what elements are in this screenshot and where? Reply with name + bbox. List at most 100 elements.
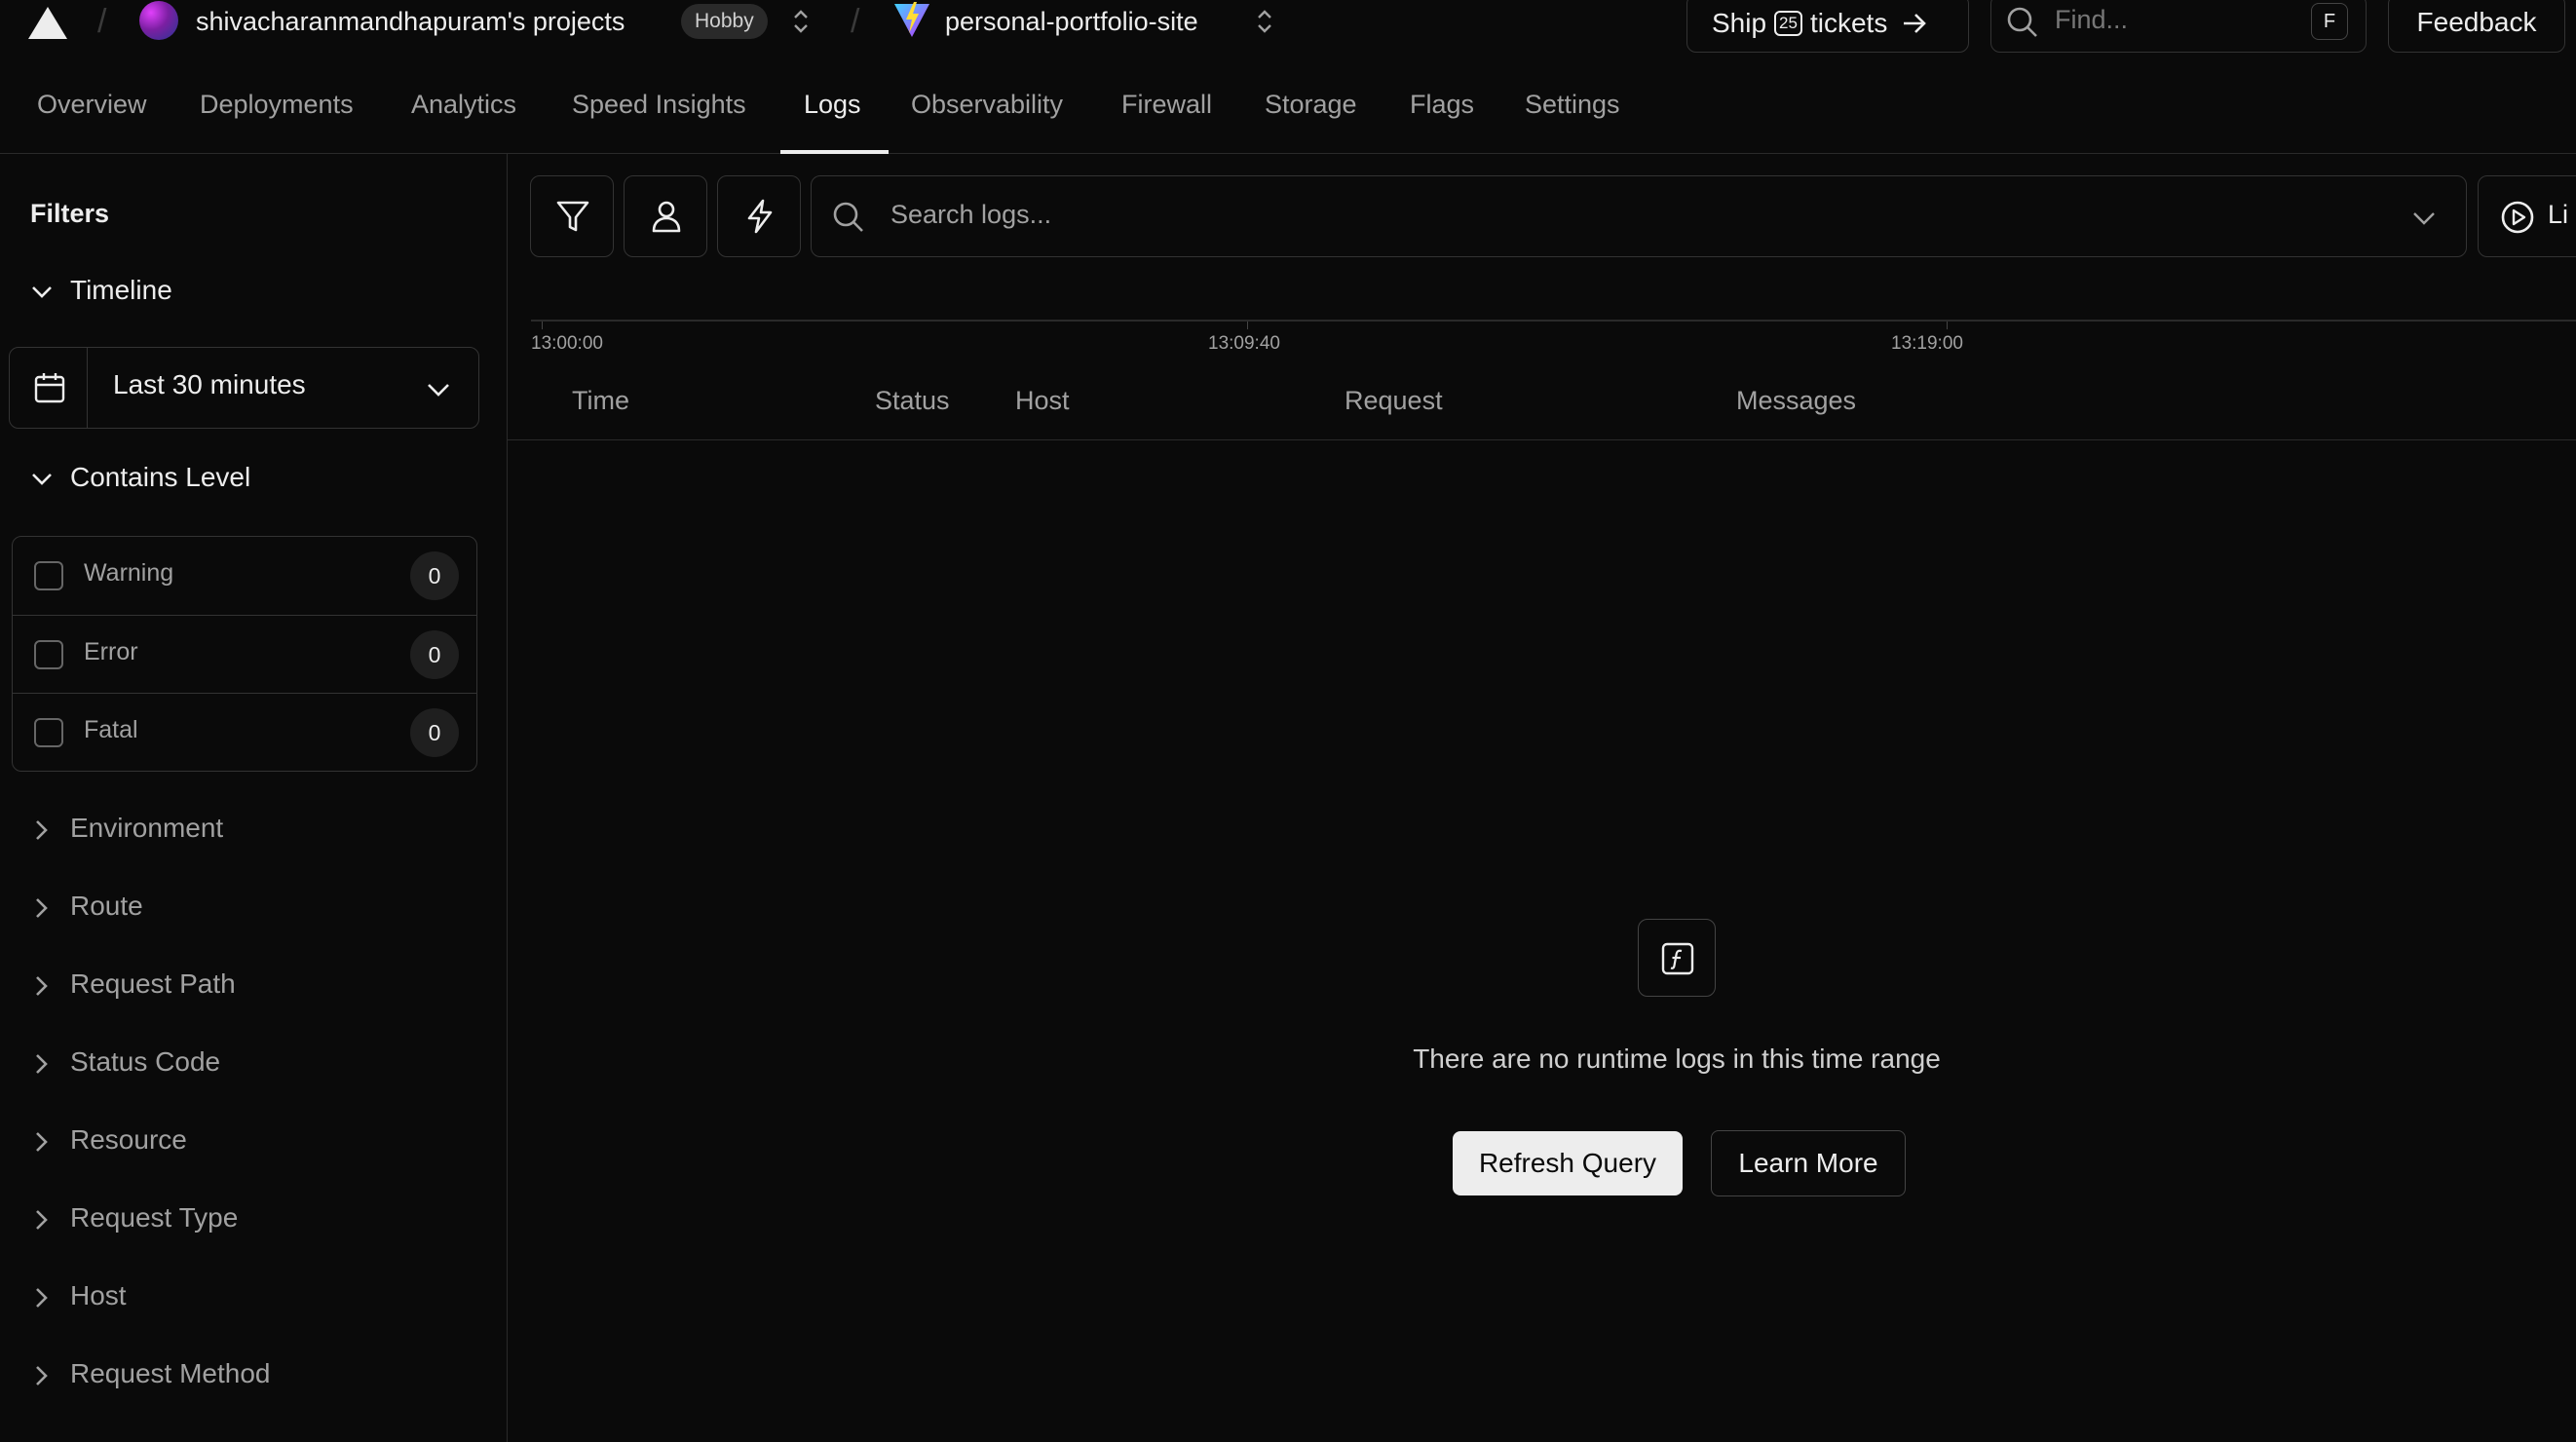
- lightning-icon: [747, 199, 773, 234]
- timeline-tick-label: 13:00:00: [531, 333, 603, 354]
- level-count: 0: [410, 630, 459, 679]
- function-icon-tile: [1638, 919, 1716, 997]
- section-contains-level[interactable]: Contains Level: [27, 462, 250, 494]
- section-label: Environment: [70, 813, 224, 843]
- section-resource[interactable]: Resource: [27, 1124, 187, 1157]
- level-count: 0: [410, 551, 459, 600]
- ship-label: Ship: [1712, 8, 1767, 38]
- error-checkbox[interactable]: [34, 640, 63, 669]
- vercel-logo-icon[interactable]: [27, 5, 68, 40]
- filter-toggle-button[interactable]: [530, 175, 614, 257]
- section-request-method[interactable]: Request Method: [27, 1358, 270, 1390]
- plan-badge: Hobby: [681, 4, 768, 39]
- project-name[interactable]: personal-portfolio-site: [945, 2, 1198, 41]
- chevron-down-icon: [32, 473, 52, 485]
- chevron-right-icon: [36, 1209, 48, 1230]
- column-header-host[interactable]: Host: [1015, 386, 1070, 416]
- timeline-axis[interactable]: [531, 320, 2576, 322]
- level-row-warning[interactable]: Warning 0: [13, 537, 476, 615]
- tab-settings[interactable]: Settings: [1525, 90, 1620, 120]
- fatal-checkbox[interactable]: [34, 718, 63, 747]
- timeline-tick: [542, 322, 543, 329]
- section-contains-level-label: Contains Level: [70, 462, 251, 492]
- logs-main: Search logs... Li 13:00:00 13:09:40 13:1…: [508, 154, 2576, 1442]
- chevron-up-down-icon[interactable]: [790, 6, 812, 37]
- section-environment[interactable]: Environment: [27, 813, 223, 845]
- section-request-type[interactable]: Request Type: [27, 1202, 238, 1234]
- project-nav: Overview Deployments Analytics Speed Ins…: [0, 49, 2576, 154]
- function-icon: [1661, 942, 1694, 975]
- timeline-tick-label: 13:19:00: [1891, 333, 1963, 354]
- live-button[interactable]: Li: [2478, 175, 2576, 257]
- team-avatar[interactable]: [139, 1, 178, 40]
- time-range-select[interactable]: Last 30 minutes: [9, 347, 479, 429]
- tab-firewall[interactable]: Firewall: [1121, 90, 1212, 120]
- chevron-right-icon: [36, 897, 48, 918]
- learn-more-button[interactable]: Learn More: [1711, 1130, 1906, 1196]
- level-label: Warning: [84, 559, 174, 587]
- column-header-time[interactable]: Time: [572, 386, 629, 416]
- section-host[interactable]: Host: [27, 1280, 127, 1312]
- user-filter-button[interactable]: [624, 175, 707, 257]
- tab-analytics[interactable]: Analytics: [411, 90, 516, 120]
- timeline-tick: [1947, 322, 1948, 329]
- level-row-fatal[interactable]: Fatal 0: [13, 693, 476, 771]
- timeline-tick-label: 13:09:40: [1208, 333, 1280, 354]
- section-timeline[interactable]: Timeline: [27, 275, 172, 307]
- chevron-down-icon: [32, 285, 52, 298]
- chevron-down-icon[interactable]: [2409, 206, 2439, 231]
- chevron-up-down-icon[interactable]: [1254, 6, 1275, 37]
- tab-speed-insights[interactable]: Speed Insights: [572, 90, 746, 120]
- search-logs-input[interactable]: Search logs...: [811, 175, 2467, 257]
- level-label: Error: [84, 638, 138, 665]
- tab-flags[interactable]: Flags: [1410, 90, 1474, 120]
- level-row-error[interactable]: Error 0: [13, 615, 476, 693]
- find-shortcut-key: F: [2311, 3, 2348, 40]
- empty-state-message: There are no runtime logs in this time r…: [1413, 1044, 1941, 1074]
- breadcrumb-separator: /: [97, 3, 107, 40]
- level-label: Fatal: [84, 716, 138, 743]
- warning-checkbox[interactable]: [34, 561, 63, 590]
- tab-overview[interactable]: Overview: [37, 90, 147, 120]
- ship-tickets-label: tickets: [1809, 8, 1888, 38]
- section-status-code[interactable]: Status Code: [27, 1046, 220, 1079]
- filters-sidebar: Filters Timeline Last 30 minutes Contain…: [0, 154, 508, 1442]
- team-name[interactable]: shivacharanmandhapuram's projects: [196, 2, 625, 41]
- user-icon: [652, 201, 681, 233]
- filter-icon: [556, 201, 589, 232]
- chevron-right-icon: [36, 1131, 48, 1152]
- tab-observability[interactable]: Observability: [911, 90, 1063, 120]
- level-count: 0: [410, 708, 459, 757]
- feedback-button[interactable]: Feedback: [2388, 0, 2565, 53]
- vite-logo-icon[interactable]: [891, 0, 932, 39]
- section-route[interactable]: Route: [27, 891, 143, 923]
- section-label: Request Method: [70, 1358, 271, 1388]
- tab-logs[interactable]: Logs: [804, 90, 861, 120]
- search-logs-placeholder: Search logs...: [890, 200, 1052, 229]
- find-placeholder: Find...: [2055, 5, 2129, 34]
- ship-ticket-count: 25: [1774, 11, 1802, 36]
- section-label: Resource: [70, 1124, 187, 1155]
- ship-tickets-button[interactable]: Ship 25 tickets: [1686, 0, 1969, 53]
- calendar-button[interactable]: [10, 348, 88, 428]
- time-range-value: Last 30 minutes: [113, 369, 306, 399]
- function-filter-button[interactable]: [717, 175, 801, 257]
- chevron-down-icon: [428, 384, 449, 397]
- chevron-right-icon: [36, 1365, 48, 1385]
- column-header-request[interactable]: Request: [1345, 386, 1443, 416]
- top-bar: / shivacharanmandhapuram's projects Hobb…: [0, 0, 2576, 53]
- section-label: Route: [70, 891, 143, 921]
- column-header-status[interactable]: Status: [875, 386, 950, 416]
- section-label: Host: [70, 1280, 127, 1310]
- play-circle-icon: [2501, 201, 2534, 234]
- calendar-icon: [34, 373, 65, 403]
- find-input[interactable]: Find... F: [1990, 0, 2367, 53]
- section-timeline-label: Timeline: [70, 275, 172, 305]
- chevron-right-icon: [36, 975, 48, 996]
- refresh-query-button[interactable]: Refresh Query: [1453, 1131, 1683, 1195]
- column-header-messages[interactable]: Messages: [1736, 386, 1856, 416]
- section-request-path[interactable]: Request Path: [27, 968, 236, 1001]
- tab-storage[interactable]: Storage: [1265, 90, 1357, 120]
- tab-deployments[interactable]: Deployments: [200, 90, 354, 120]
- chevron-right-icon: [36, 1053, 48, 1074]
